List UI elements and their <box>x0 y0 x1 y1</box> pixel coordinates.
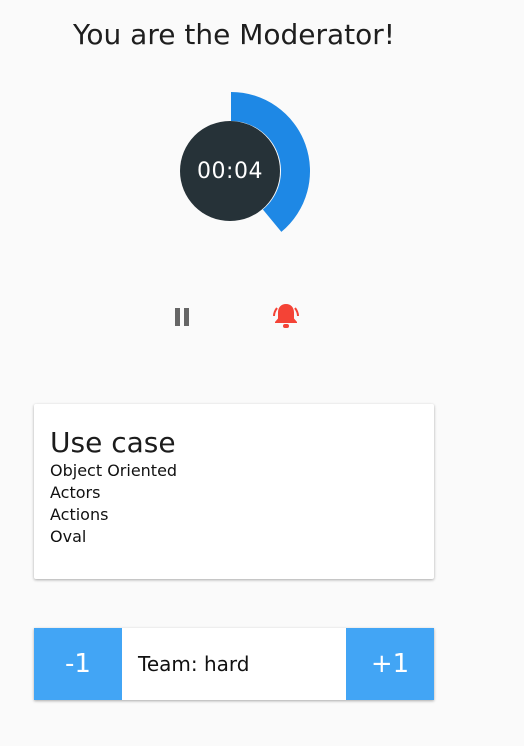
pause-button[interactable] <box>165 300 199 334</box>
topic-word-list: Object Oriented Actors Actions Oval <box>50 460 177 548</box>
timer-controls <box>0 300 524 334</box>
alarm-button[interactable] <box>269 300 303 334</box>
list-item: Actors <box>50 483 101 502</box>
topic-card: Use case Object Oriented Actors Actions … <box>34 404 434 579</box>
list-item: Object Oriented <box>50 461 178 480</box>
list-item: Oval <box>50 527 87 546</box>
plus-one-button[interactable]: +1 <box>346 628 434 700</box>
card-title: Use case <box>50 426 176 459</box>
bell-icon <box>273 304 299 328</box>
list-item: Actions <box>50 505 109 524</box>
team-label: Team: hard <box>138 652 250 676</box>
page-title: You are the Moderator! <box>73 18 395 51</box>
timer-display: 00:04 <box>180 121 280 221</box>
pause-icon <box>175 308 189 326</box>
minus-one-button[interactable]: -1 <box>34 628 122 700</box>
score-bar: -1 Team: hard +1 <box>34 628 434 700</box>
countdown-timer: 00:04 <box>152 92 310 250</box>
